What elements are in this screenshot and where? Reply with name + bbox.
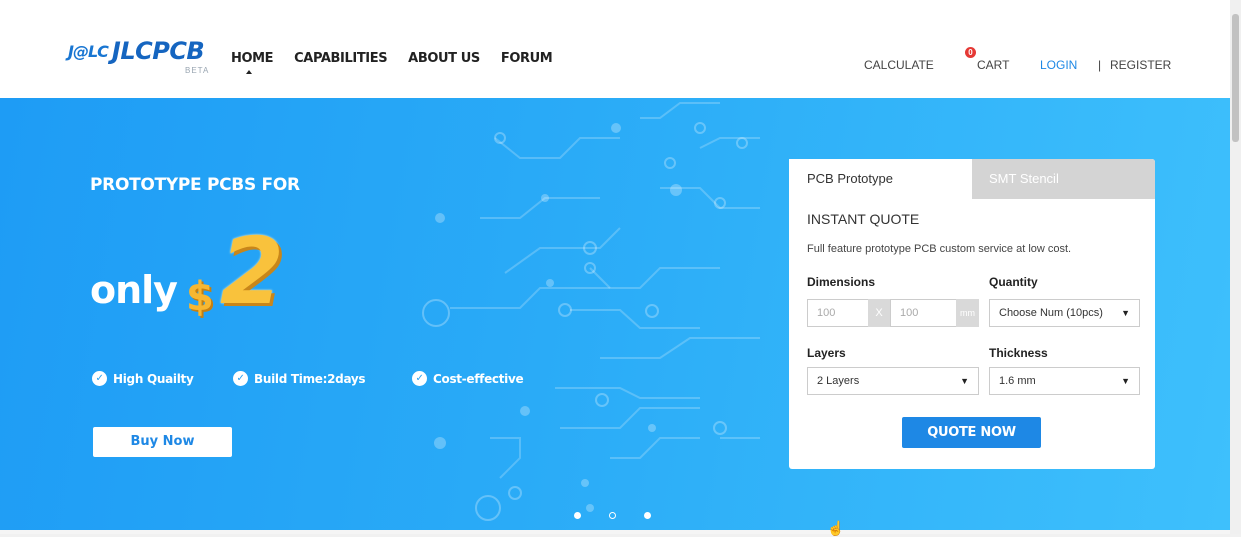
beta-badge: BETA bbox=[185, 66, 210, 75]
caret-down-icon: ▼ bbox=[960, 376, 969, 386]
carousel-dot-1[interactable] bbox=[574, 512, 581, 519]
price-value: 2 bbox=[220, 218, 284, 325]
tab-pcb-prototype[interactable]: PCB Prototype bbox=[789, 159, 972, 199]
nav-capabilities[interactable]: CAPABILITIES bbox=[294, 51, 387, 66]
feature-build-time: ✓ Build Time:2days bbox=[233, 371, 366, 386]
nav-separator: | bbox=[1098, 58, 1102, 72]
carousel-indicators bbox=[574, 512, 679, 519]
quantity-label: Quantity bbox=[989, 275, 1038, 289]
dimensions-label: Dimensions bbox=[807, 275, 876, 289]
dimension-height-input[interactable]: 100 bbox=[890, 299, 957, 327]
scrollbar-thumb[interactable] bbox=[1232, 14, 1239, 142]
nav-about-us[interactable]: ABOUT US bbox=[408, 51, 480, 66]
hand-pointer-icon: ☝ bbox=[827, 520, 845, 536]
feature-quality: ✓ High Quailty bbox=[92, 371, 194, 386]
dimension-x-separator: X bbox=[868, 299, 890, 327]
logo-text: JLCPCB bbox=[111, 37, 205, 65]
main-nav: HOME CAPABILITIES ABOUT US FORUM bbox=[231, 51, 573, 66]
layers-select[interactable]: 2 Layers ▼ bbox=[807, 367, 979, 395]
caret-down-icon: ▼ bbox=[1121, 308, 1130, 318]
quote-now-button[interactable]: QUOTE NOW bbox=[902, 417, 1041, 448]
cart-count-badge: 0 bbox=[965, 47, 976, 58]
active-nav-indicator bbox=[246, 70, 252, 74]
thickness-select[interactable]: 1.6 mm ▼ bbox=[989, 367, 1140, 395]
quantity-select[interactable]: Choose Num (10pcs) ▼ bbox=[989, 299, 1140, 327]
register-link[interactable]: REGISTER bbox=[1110, 58, 1171, 72]
thickness-label: Thickness bbox=[989, 346, 1048, 360]
page-scrollbar[interactable] bbox=[1230, 0, 1241, 534]
caret-down-icon: ▼ bbox=[1121, 376, 1130, 386]
login-link[interactable]: LOGIN bbox=[1040, 58, 1077, 72]
feature-label: Cost-effective bbox=[433, 371, 524, 386]
check-circle-icon: ✓ bbox=[412, 371, 427, 386]
cart-link[interactable]: CART bbox=[977, 58, 1009, 72]
header: J@LC JLCPCB BETA HOME CAPABILITIES ABOUT… bbox=[0, 0, 1230, 98]
logo-mark: J@LC bbox=[68, 41, 109, 61]
hero-banner: PROTOTYPE PCBS FOR only $ 2 ✓ High Quail… bbox=[0, 98, 1230, 530]
layers-value: 2 Layers bbox=[817, 375, 860, 387]
thickness-value: 1.6 mm bbox=[999, 375, 1036, 387]
calculate-link[interactable]: CALCULATE bbox=[864, 58, 934, 72]
check-circle-icon: ✓ bbox=[92, 371, 107, 386]
quote-description: Full feature prototype PCB custom servic… bbox=[807, 243, 1072, 255]
content-edge bbox=[0, 530, 1230, 534]
carousel-dot-3[interactable] bbox=[644, 512, 651, 519]
dimension-width-input[interactable]: 100 bbox=[807, 299, 869, 327]
hero-heading: PROTOTYPE PCBS FOR bbox=[90, 175, 300, 195]
feature-label: Build Time:2days bbox=[254, 371, 366, 386]
logo[interactable]: J@LC JLCPCB BETA bbox=[68, 37, 208, 75]
tab-smt-stencil[interactable]: SMT Stencil bbox=[972, 159, 1155, 199]
check-circle-icon: ✓ bbox=[233, 371, 248, 386]
nav-forum[interactable]: FORUM bbox=[501, 51, 553, 66]
price-currency: $ bbox=[186, 274, 214, 320]
quote-title: INSTANT QUOTE bbox=[807, 211, 920, 227]
quote-panel: PCB Prototype SMT Stencil INSTANT QUOTE … bbox=[789, 159, 1155, 469]
dimension-unit: mm bbox=[956, 299, 979, 327]
hero-only-text: only bbox=[90, 268, 178, 312]
nav-home[interactable]: HOME bbox=[231, 51, 274, 66]
feature-label: High Quailty bbox=[113, 371, 194, 386]
layers-label: Layers bbox=[807, 346, 846, 360]
feature-cost: ✓ Cost-effective bbox=[412, 371, 524, 386]
quantity-value: Choose Num (10pcs) bbox=[999, 307, 1103, 319]
carousel-dot-2[interactable] bbox=[609, 512, 616, 519]
buy-now-button[interactable]: Buy Now bbox=[93, 427, 232, 457]
